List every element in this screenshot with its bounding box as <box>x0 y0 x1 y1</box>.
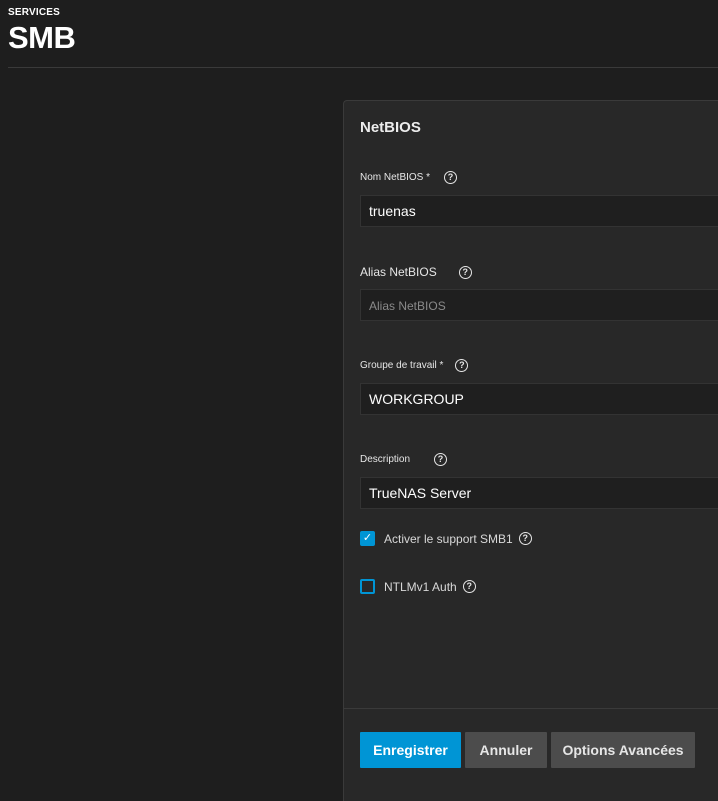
workgroup-label: Groupe de travail * ? <box>360 359 469 372</box>
netbios-card: NetBIOS Nom NetBIOS * ? Alias NetBIOS ? … <box>343 100 718 801</box>
help-circle-icon[interactable]: ? <box>444 171 458 184</box>
ntlmv1-checkbox[interactable] <box>360 579 375 594</box>
description-input[interactable] <box>360 477 718 509</box>
netbios-name-input[interactable] <box>360 195 718 227</box>
ntlmv1-checkbox-row[interactable]: NTLMv1 Auth ? <box>360 579 476 594</box>
netbios-alias-label: Alias NetBIOS ? <box>360 265 472 279</box>
advanced-options-button[interactable]: Options Avancées <box>551 732 695 768</box>
workgroup-input[interactable] <box>360 383 718 415</box>
breadcrumb: SERVICES <box>8 7 60 18</box>
help-circle-icon[interactable]: ? <box>518 532 532 545</box>
page-title: SMB <box>8 20 76 55</box>
cancel-button[interactable]: Annuler <box>465 732 547 768</box>
help-circle-icon[interactable]: ? <box>458 265 472 279</box>
smb1-checkbox-row[interactable]: ✓ Activer le support SMB1 ? <box>360 531 532 546</box>
save-button[interactable]: Enregistrer <box>360 732 461 768</box>
checkmark-icon: ✓ <box>362 532 373 544</box>
smb1-checkbox[interactable]: ✓ <box>360 531 375 546</box>
help-circle-icon[interactable]: ? <box>462 580 476 593</box>
description-label: Description ? <box>360 453 448 466</box>
help-circle-icon[interactable]: ? <box>434 453 448 466</box>
header-divider <box>8 67 718 68</box>
help-circle-icon[interactable]: ? <box>455 359 469 372</box>
footer-divider <box>344 708 718 709</box>
netbios-name-label: Nom NetBIOS * ? <box>360 171 458 184</box>
netbios-alias-input[interactable] <box>360 289 718 321</box>
section-title: NetBIOS <box>360 119 421 136</box>
